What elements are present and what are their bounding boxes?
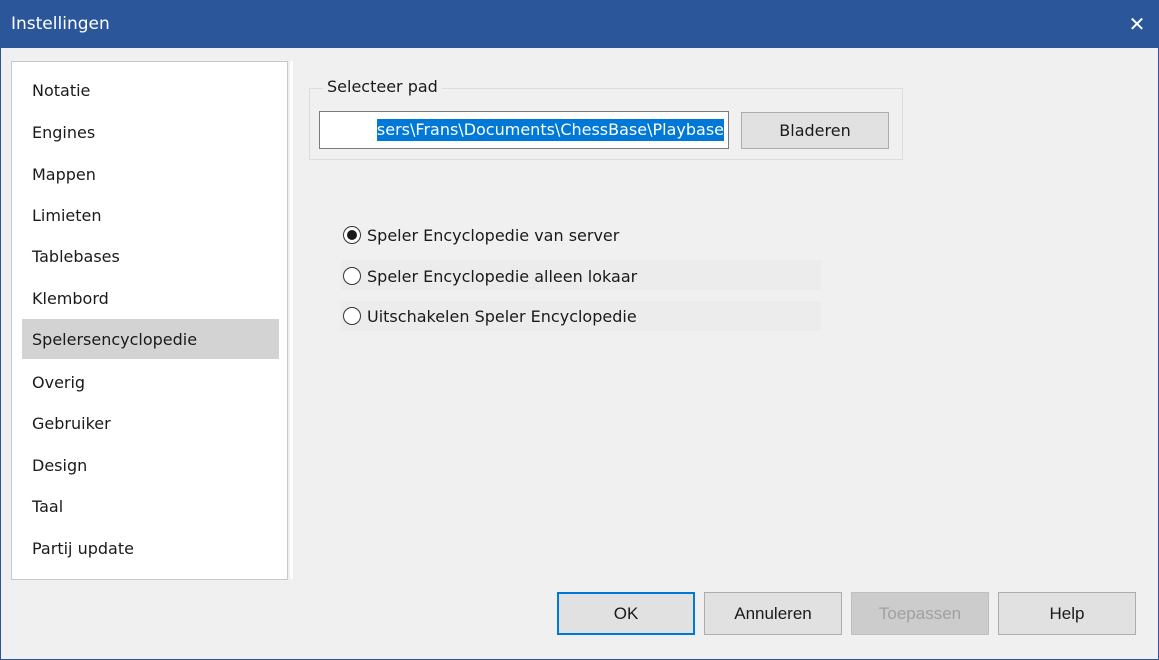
radio-option-server[interactable]: Speler Encyclopedie van server — [343, 222, 619, 248]
sidebar-item-tablebases[interactable]: Tablebases — [22, 236, 279, 276]
cancel-button[interactable]: Annuleren — [704, 592, 842, 635]
sidebar-item-mappen[interactable]: Mappen — [22, 154, 279, 194]
ok-button[interactable]: OK — [557, 592, 695, 635]
help-button[interactable]: Help — [998, 592, 1136, 635]
sidebar-item-engines[interactable]: Engines — [22, 112, 279, 152]
close-icon[interactable]: ✕ — [1122, 9, 1152, 39]
path-input[interactable]: sers\Frans\Documents\ChessBase\Playbase — [319, 111, 729, 149]
radio-button[interactable] — [343, 307, 361, 325]
radio-dot-icon — [347, 230, 357, 240]
sidebar-item-overig[interactable]: Overig — [22, 362, 279, 402]
sidebar-item-limieten[interactable]: Limieten — [22, 195, 279, 235]
title-bar[interactable]: Instellingen ✕ — [1, 1, 1158, 48]
radio-option-local[interactable]: Speler Encyclopedie alleen lokaar — [343, 263, 637, 289]
sidebar-item-gebruiker[interactable]: Gebruiker — [22, 403, 279, 443]
radio-button[interactable] — [343, 267, 361, 285]
path-input-value: sers\Frans\Documents\ChessBase\Playbase — [376, 119, 724, 141]
sidebar-item-spelersencyclopedie[interactable]: Spelersencyclopedie — [22, 319, 279, 359]
sidebar-item-design[interactable]: Design — [22, 445, 279, 485]
path-group-legend: Selecteer pad — [323, 77, 442, 96]
radio-label-disable: Uitschakelen Speler Encyclopedie — [367, 306, 637, 326]
sidebar-item-taal[interactable]: Taal — [22, 486, 279, 526]
window-title: Instellingen — [11, 14, 110, 34]
sidebar-item-partij-update[interactable]: Partij update — [22, 528, 279, 568]
radio-option-disable[interactable]: Uitschakelen Speler Encyclopedie — [343, 303, 637, 329]
sidebar-item-notatie[interactable]: Notatie — [22, 70, 279, 110]
browse-button[interactable]: Bladeren — [741, 112, 889, 149]
radio-label-server: Speler Encyclopedie van server — [367, 225, 620, 245]
apply-button[interactable]: Toepassen — [851, 592, 989, 635]
panel-divider — [290, 61, 293, 579]
radio-button-checked[interactable] — [343, 226, 361, 244]
sidebar-item-klembord[interactable]: Klembord — [22, 278, 279, 318]
radio-label-local: Speler Encyclopedie alleen lokaar — [367, 266, 638, 286]
settings-dialog: Instellingen ✕ Notatie Engines Mappen Li… — [0, 0, 1159, 660]
settings-category-list: Notatie Engines Mappen Limieten Tablebas… — [11, 61, 288, 580]
